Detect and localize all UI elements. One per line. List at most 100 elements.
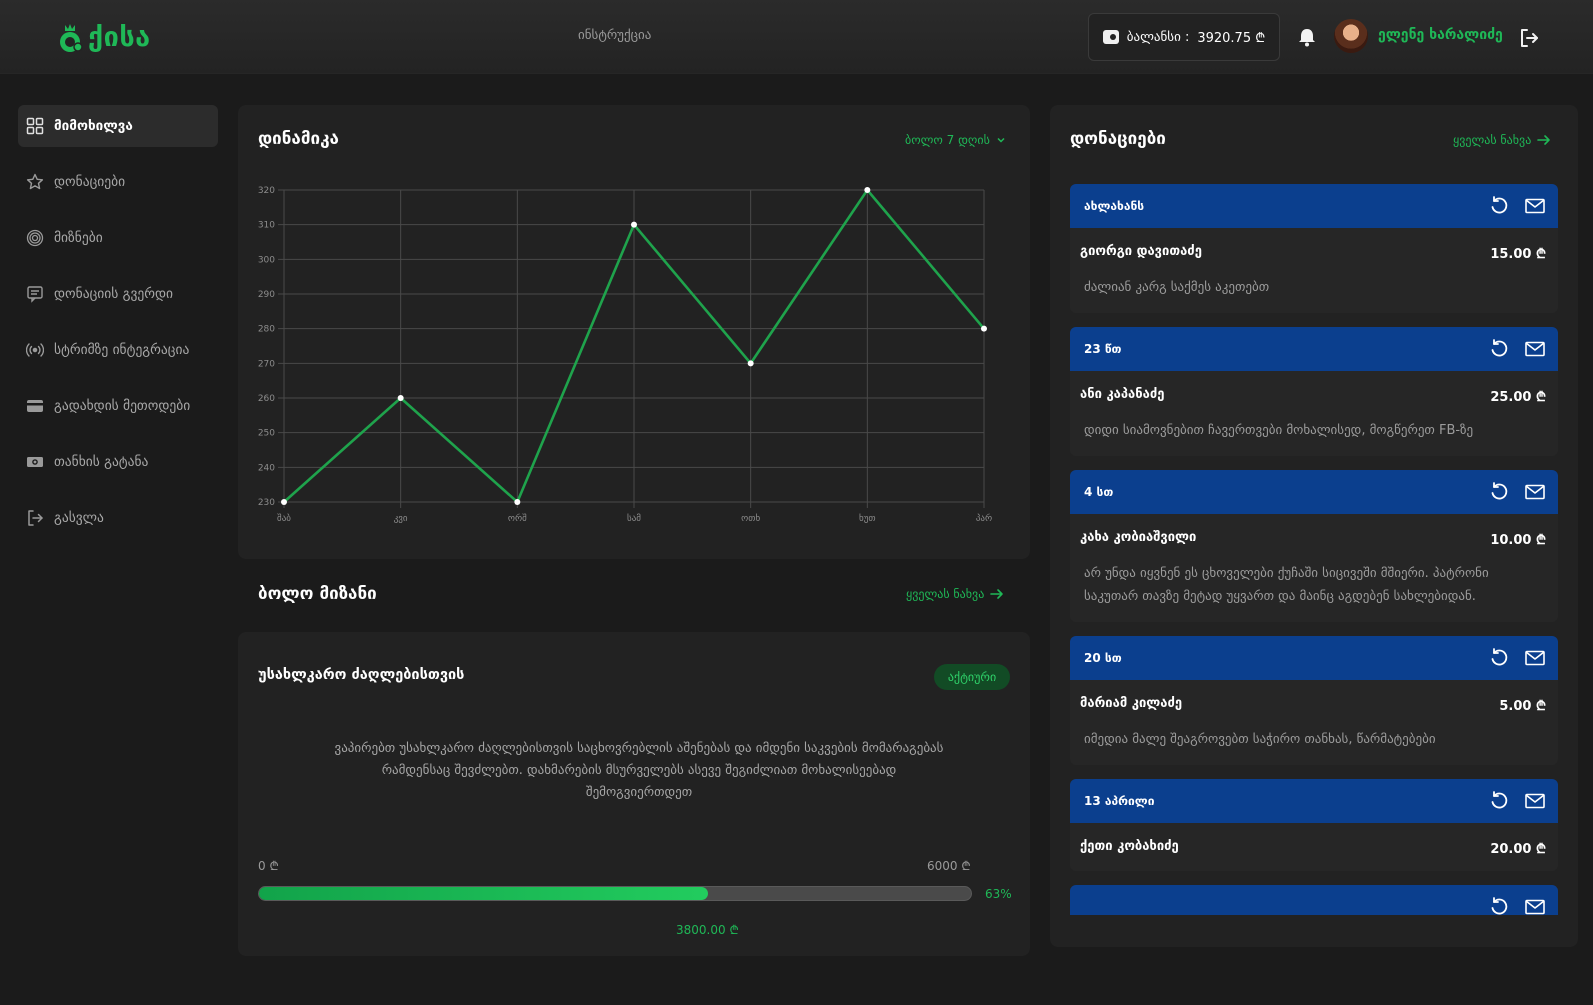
donation-card-header: 13 აპრილი	[1070, 779, 1558, 823]
sidebar-item-payment-methods[interactable]: გადახდის მეთოდები	[18, 385, 218, 427]
data-point	[864, 187, 871, 193]
donation-card-header	[1070, 885, 1558, 915]
replay-icon[interactable]	[1488, 790, 1510, 812]
y-tick-label: 290	[258, 290, 275, 300]
balance-box[interactable]: ბალანსი : 3920.75 ₾	[1088, 13, 1280, 61]
broadcast-icon	[26, 343, 44, 357]
y-tick-label: 270	[258, 359, 275, 369]
card-icon	[27, 400, 43, 412]
sidebar-item-label: თანხის გატანა	[54, 454, 149, 470]
mail-icon[interactable]	[1524, 647, 1546, 669]
donations-view-all-link[interactable]: ყველას ნახვა	[1453, 133, 1551, 147]
replay-icon[interactable]	[1488, 647, 1510, 669]
sidebar: მიმოხილვა დონაციები მიზნები დონაციის გვე…	[18, 105, 218, 553]
donation-time: 13 აპრილი	[1084, 794, 1155, 808]
dynamics-chart: 230 240 250 260 270 280 290 300 310 320 შაბ კვი ორშ ს…	[258, 186, 992, 524]
sidebar-item-stream-integration[interactable]: სტრიმზე ინტეგრაცია	[18, 329, 218, 371]
donor-name: ქეთი კობახიძე	[1080, 839, 1179, 854]
dynamics-title: დინამიკა	[258, 129, 339, 149]
donations-title: დონაციები	[1070, 129, 1166, 149]
data-point	[281, 499, 287, 505]
grid-icon	[26, 117, 44, 135]
sidebar-item-label: დონაციები	[54, 174, 126, 190]
goal-min-label: 0 ₾	[258, 859, 279, 873]
goals-view-all-link[interactable]: ყველას ნახვა	[906, 587, 1004, 601]
sidebar-item-withdraw[interactable]: თანხის გატანა	[18, 441, 218, 483]
replay-icon[interactable]	[1488, 338, 1510, 360]
donation-amount: 15.00 ₾	[1490, 247, 1546, 262]
logo[interactable]: ქისა	[56, 20, 151, 56]
donation-amount: 10.00 ₾	[1490, 533, 1546, 548]
sidebar-item-logout[interactable]: გასვლა	[18, 497, 218, 539]
mail-icon[interactable]	[1524, 481, 1546, 503]
x-tick-label: ორშ	[508, 513, 527, 524]
period-dropdown[interactable]: ბოლო 7 დღის	[905, 133, 1006, 147]
sidebar-item-label: დონაციის გვერდი	[54, 286, 173, 302]
donation-amount: 25.00 ₾	[1490, 390, 1546, 405]
goal-name: უსახლკარო ძაღლებისთვის	[258, 667, 465, 683]
balance-value: 3920.75 ₾	[1197, 31, 1266, 46]
donor-name: გიორგი დავითაძე	[1080, 244, 1202, 259]
sidebar-item-label: სტრიმზე ინტეგრაცია	[54, 342, 190, 358]
donation-amount: 5.00 ₾	[1499, 699, 1546, 714]
donation-card: ახლახანს გიორგი დავითაძე 15.00 ₾ ძალიან …	[1070, 184, 1558, 313]
x-tick-label: სამ	[627, 513, 641, 524]
data-point	[514, 499, 521, 505]
x-tick-label: შაბ	[277, 513, 291, 524]
y-tick-label: 320	[258, 186, 275, 196]
y-tick-label: 260	[258, 394, 275, 404]
donation-message: დიდი სიამოვნებით ჩავერთვები მოხალისედ, მ…	[1084, 423, 1474, 438]
period-label: ბოლო 7 დღის	[905, 133, 990, 147]
logout-icon[interactable]	[1518, 27, 1540, 49]
donation-card-header: 20 სთ	[1070, 636, 1558, 680]
mail-icon[interactable]	[1524, 790, 1546, 812]
sidebar-item-label: გასვლა	[54, 510, 104, 526]
data-point	[397, 395, 404, 401]
y-tick-label: 280	[258, 325, 275, 335]
goal-progress-percent: 63%	[985, 887, 1012, 901]
donation-card-body: კახა კობიაშვილი 10.00 ₾ არ უნდა იყვნენ ე…	[1070, 514, 1558, 622]
sidebar-item-overview[interactable]: მიმოხილვა	[18, 105, 218, 147]
star-icon	[26, 173, 44, 190]
donation-message: იმედია მალე შეაგროვებთ საჭირო თანხას, წა…	[1084, 732, 1436, 747]
donation-card: 13 აპრილი ქეთი კობახიძე 20.00 ₾	[1070, 779, 1558, 871]
y-tick-label: 240	[258, 463, 275, 473]
data-point	[981, 325, 987, 332]
donation-card-body: ანი კაპანაძე 25.00 ₾ დიდი სიამოვნებით ჩა…	[1070, 371, 1558, 456]
user-name[interactable]: ელენე ხარალიძე	[1378, 27, 1503, 43]
avatar[interactable]	[1334, 19, 1368, 53]
x-tick-label: ხუთ	[859, 513, 876, 524]
replay-icon[interactable]	[1488, 896, 1510, 915]
instructions-link[interactable]: ინსტრუქცია	[578, 28, 651, 43]
sidebar-item-label: მიზნები	[54, 230, 103, 246]
mail-icon[interactable]	[1524, 338, 1546, 360]
wallet-icon	[1102, 30, 1119, 44]
donation-card: 4 სთ კახა კობიაშვილი 10.00 ₾ არ უნდა იყვ…	[1070, 470, 1558, 622]
donation-message: არ უნდა იყვნენ ეს ცხოველები ქუჩაში სიცივ…	[1084, 566, 1489, 604]
replay-icon[interactable]	[1488, 481, 1510, 503]
donation-time: ახლახანს	[1084, 199, 1145, 213]
donation-time: 4 სთ	[1084, 485, 1114, 499]
chevron-down-icon	[997, 137, 1005, 143]
y-tick-label: 300	[258, 255, 275, 265]
donation-message: ძალიან კარგ საქმეს აკეთებთ	[1084, 280, 1270, 295]
sidebar-item-donation-page[interactable]: დონაციის გვერდი	[18, 273, 218, 315]
sidebar-item-donations[interactable]: დონაციები	[18, 161, 218, 203]
bell-icon[interactable]	[1296, 26, 1318, 48]
arrow-right-icon	[990, 589, 1004, 599]
sidebar-item-goals[interactable]: მიზნები	[18, 217, 218, 259]
donation-card-header: 23 წთ	[1070, 327, 1558, 371]
target-icon	[26, 229, 44, 247]
mail-icon[interactable]	[1524, 195, 1546, 217]
view-all-label: ყველას ნახვა	[1453, 133, 1532, 147]
mail-icon[interactable]	[1524, 896, 1546, 915]
logout-icon	[28, 510, 43, 526]
x-tick-label: ოთხ	[741, 513, 760, 524]
goal-max-label: 6000 ₾	[927, 859, 971, 873]
status-badge: აქტიური	[934, 664, 1010, 690]
replay-icon[interactable]	[1488, 195, 1510, 217]
arrow-right-icon	[1537, 135, 1551, 145]
donor-name: ანი კაპანაძე	[1080, 387, 1165, 402]
money-icon	[27, 457, 43, 467]
donation-card: 20 სთ მარიამ კილაძე 5.00 ₾ იმედია მალე შ…	[1070, 636, 1558, 765]
